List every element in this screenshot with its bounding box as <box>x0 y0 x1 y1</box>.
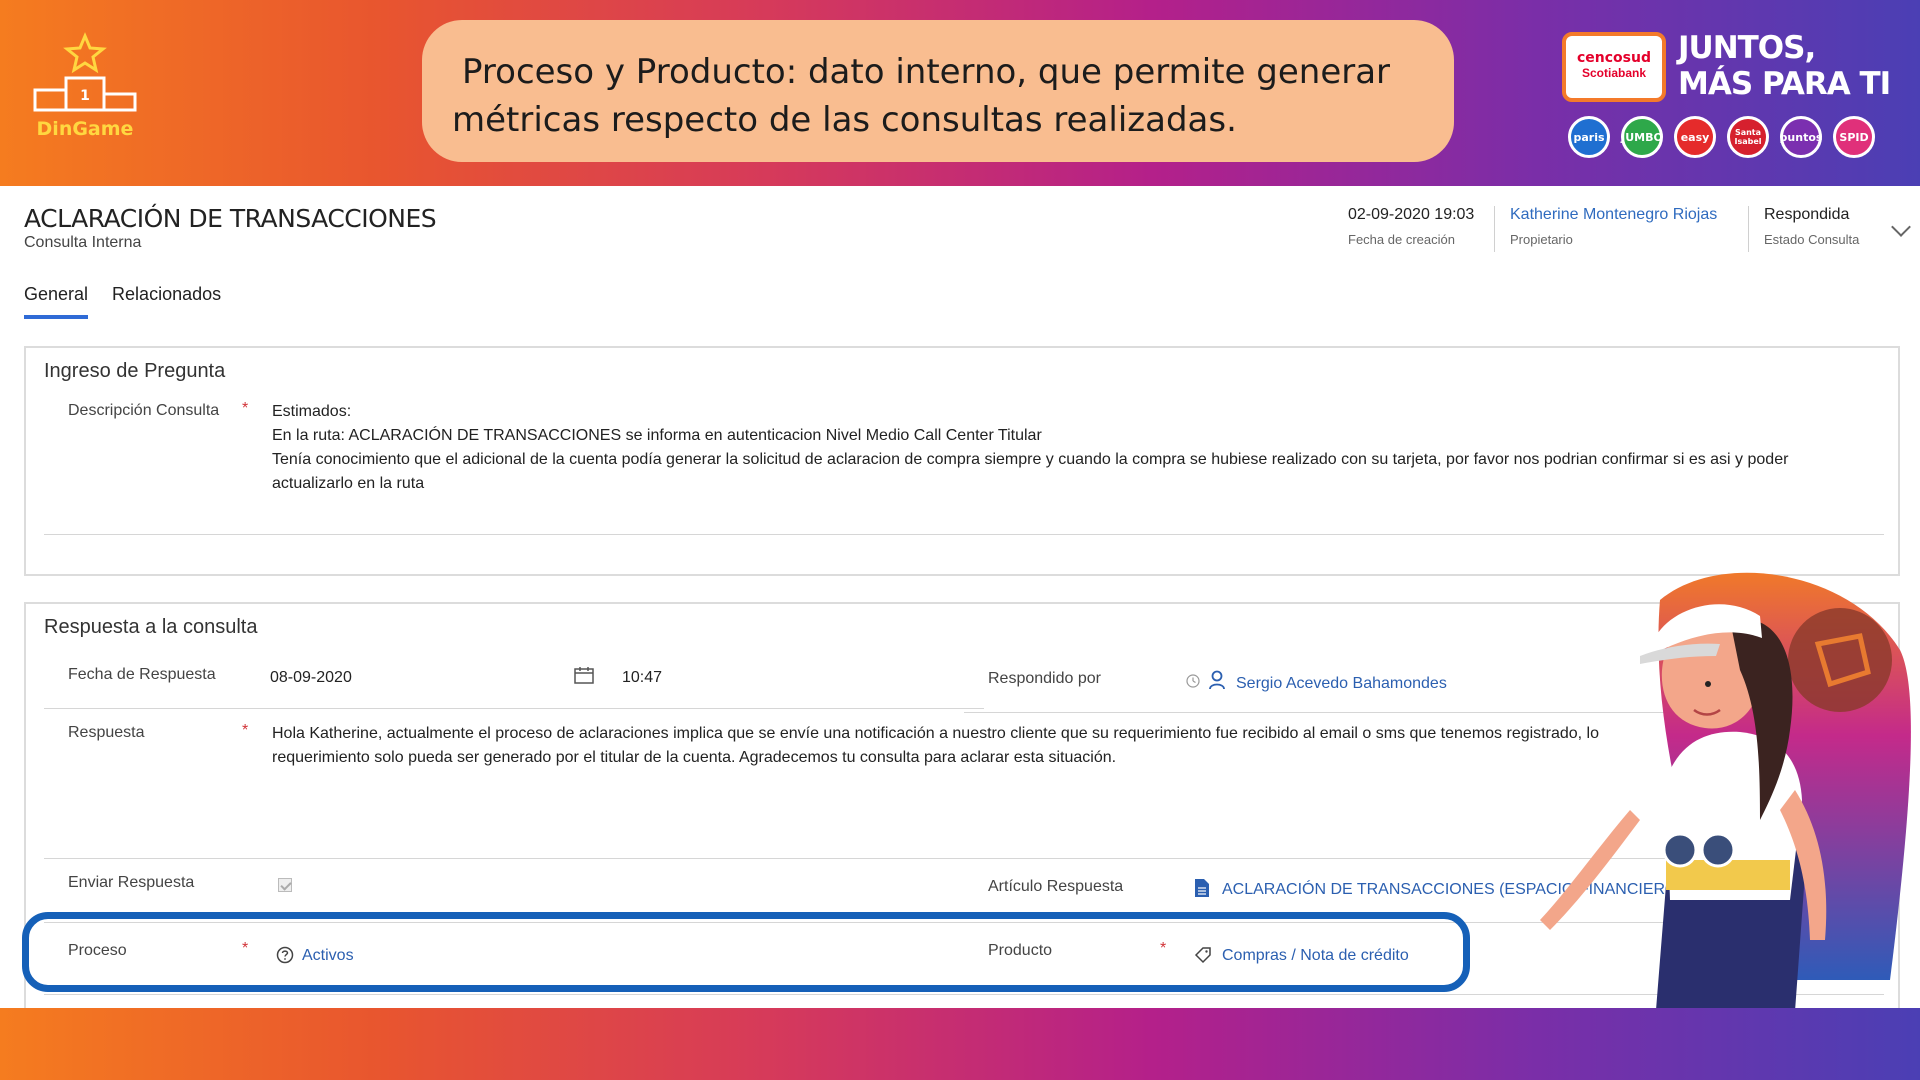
store-logo: Santa Isabel <box>1727 116 1769 158</box>
created-label: Fecha de creación <box>1348 232 1455 247</box>
header-status: Respondida Estado Consulta <box>1764 206 1859 247</box>
question-section: Ingreso de Pregunta Descripción Consulta… <box>24 346 1900 576</box>
answer-label: Respuesta <box>68 724 145 741</box>
slogan-line2: MÁS PARA TI <box>1678 66 1891 102</box>
divider <box>44 708 984 709</box>
highlight-frame <box>22 912 1470 992</box>
brand-card-line1: cencosud <box>1577 50 1651 66</box>
clock-icon <box>1186 674 1200 688</box>
chevron-down-icon[interactable] <box>1891 217 1911 237</box>
article-label: Artículo Respuesta <box>988 878 1124 895</box>
answer-textarea[interactable]: Hola Katherine, actualmente el proceso d… <box>272 722 1692 770</box>
store-logo: puntos <box>1780 116 1822 158</box>
required-mark: * <box>242 722 249 739</box>
note-line-1: Proceso y Producto: dato interno, que pe… <box>462 52 1391 92</box>
record-subtitle: Consulta Interna <box>24 234 142 251</box>
header-divider <box>1494 206 1495 252</box>
answer-line: requerimiento solo pueda ser generado po… <box>272 749 1117 766</box>
status-label: Estado Consulta <box>1764 232 1860 247</box>
desc-line: actualizarlo en la ruta <box>272 475 425 492</box>
brand-block: cencosud Scotiabank JUNTOS, MÁS PARA TI … <box>1560 30 1910 170</box>
note-line-2: métricas respecto de las consultas reali… <box>452 100 1237 140</box>
slogan-line1: JUNTOS, <box>1678 30 1816 66</box>
tab-bar: General Relacionados <box>24 284 221 319</box>
top-banner: 1 DinGame Proceso y Producto: dato inter… <box>0 0 1920 186</box>
status-value: Respondida <box>1764 206 1850 223</box>
desc-value[interactable]: Estimados: En la ruta: ACLARACIÓN DE TRA… <box>272 400 1882 496</box>
store-logo: SPID <box>1833 116 1875 158</box>
store-logos: paris JUMBO easy Santa Isabel puntos SPI… <box>1568 116 1875 158</box>
record-title: ACLARACIÓN DE TRANSACCIONES <box>24 204 437 233</box>
owner-label: Propietario <box>1510 232 1573 247</box>
divider <box>44 534 1884 535</box>
store-logo: easy <box>1674 116 1716 158</box>
created-value: 02-09-2020 19:03 <box>1348 206 1475 223</box>
dingame-logo: 1 DinGame <box>30 30 140 150</box>
slogan: JUNTOS, MÁS PARA TI <box>1678 30 1891 102</box>
date-label: Fecha de Respuesta <box>68 666 216 683</box>
desc-line: Tenía conocimiento que el adicional de l… <box>272 451 1789 468</box>
date-input[interactable]: 08-09-2020 <box>270 666 352 690</box>
calendar-icon[interactable] <box>574 666 594 684</box>
desc-line: Estimados: <box>272 403 352 420</box>
store-logo: paris <box>1568 116 1610 158</box>
owner-link[interactable]: Katherine Montenegro Riojas <box>1510 206 1717 224</box>
section-title: Ingreso de Pregunta <box>44 360 226 382</box>
send-label: Enviar Respuesta <box>68 874 195 891</box>
send-checkbox[interactable] <box>278 878 292 892</box>
brand-card-line2: Scotiabank <box>1581 66 1647 80</box>
header-divider <box>1748 206 1749 252</box>
tab-related[interactable]: Relacionados <box>112 284 221 319</box>
header-created: 02-09-2020 19:03 Fecha de creación <box>1348 206 1474 247</box>
logo-text: DinGame <box>36 118 134 140</box>
bottom-banner <box>0 1008 1920 1080</box>
explorer-character-illustration <box>1540 572 1911 1080</box>
note-bubble: Proceso y Producto: dato interno, que pe… <box>422 20 1454 162</box>
time-input[interactable]: 10:47 <box>622 666 662 690</box>
desc-label: Descripción Consulta <box>68 402 220 419</box>
header-owner: Katherine Montenegro Riojas Propietario <box>1510 206 1717 247</box>
required-mark: * <box>242 400 249 417</box>
user-icon <box>1209 670 1225 690</box>
answered-by-label: Respondido por <box>988 670 1101 687</box>
desc-line: En la ruta: ACLARACIÓN DE TRANSACCIONES … <box>272 427 1042 444</box>
document-icon <box>1195 879 1209 897</box>
answered-by-link[interactable]: Sergio Acevedo Bahamondes <box>1236 672 1447 696</box>
cencosud-scotiabank-logo: cencosud Scotiabank <box>1562 32 1666 102</box>
answer-line: Hola Katherine, actualmente el proceso d… <box>272 725 1599 742</box>
podium-star-icon: 1 <box>33 32 137 112</box>
store-logo: JUMBO <box>1621 116 1663 158</box>
podium-number: 1 <box>80 88 90 104</box>
section-title: Respuesta a la consulta <box>44 616 258 638</box>
tab-general[interactable]: General <box>24 284 89 319</box>
